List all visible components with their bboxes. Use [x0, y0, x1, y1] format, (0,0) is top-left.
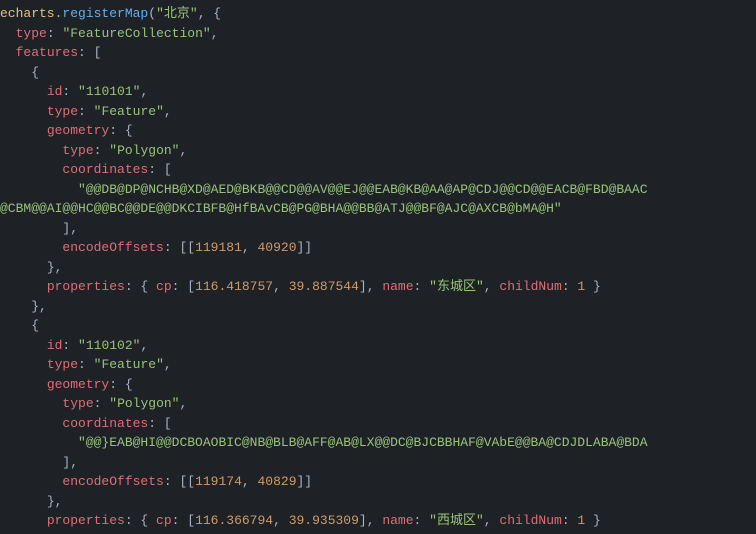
- cp-0-0: 116.418757: [195, 279, 273, 294]
- coord-string-0a: "@@DB@DP@NCHB@XD@AED@BKB@@CD@@AV@@EJ@@EA…: [78, 182, 648, 197]
- encode-offset-0-0: 119181: [195, 240, 242, 255]
- prop-coordinates: coordinates: [62, 416, 148, 431]
- function-name: registerMap: [62, 6, 148, 21]
- encode-offset-1-0: 119174: [195, 474, 242, 489]
- prop-encodeoffsets: encodeOffsets: [62, 474, 163, 489]
- feature-name-0: 东城区: [437, 279, 476, 294]
- encode-offset-1-1: 40829: [257, 474, 296, 489]
- coord-string-0b: @CBM@@AI@@HC@@BC@@DE@@DKCIBFB@HfBAvCB@PG…: [0, 201, 562, 216]
- prop-type: type: [47, 104, 78, 119]
- prop-type: type: [16, 26, 47, 41]
- prop-type: type: [47, 357, 78, 372]
- prop-geotype: type: [62, 143, 93, 158]
- prop-coordinates: coordinates: [62, 162, 148, 177]
- prop-id: id: [47, 84, 63, 99]
- prop-geotype: type: [62, 396, 93, 411]
- map-name-string: "北京": [156, 6, 198, 21]
- prop-geometry: geometry: [47, 123, 109, 138]
- prop-geometry: geometry: [47, 377, 109, 392]
- prop-properties: properties: [47, 513, 125, 528]
- coord-string-1: "@@}EAB@HI@@DCBOAOBIC@NB@BLB@AFF@AB@LX@@…: [78, 435, 648, 450]
- code-block: echarts.registerMap("北京", { type: "Featu…: [0, 0, 756, 534]
- prop-properties: properties: [47, 279, 125, 294]
- feature-name-1: 西城区: [437, 513, 476, 528]
- prop-features: features: [16, 45, 78, 60]
- cp-0-1: 39.887544: [289, 279, 359, 294]
- object-name: echarts: [0, 6, 55, 21]
- prop-encodeoffsets: encodeOffsets: [62, 240, 163, 255]
- cp-1-1: 39.935309: [289, 513, 359, 528]
- encode-offset-0-1: 40920: [257, 240, 296, 255]
- prop-id: id: [47, 338, 63, 353]
- cp-1-0: 116.366794: [195, 513, 273, 528]
